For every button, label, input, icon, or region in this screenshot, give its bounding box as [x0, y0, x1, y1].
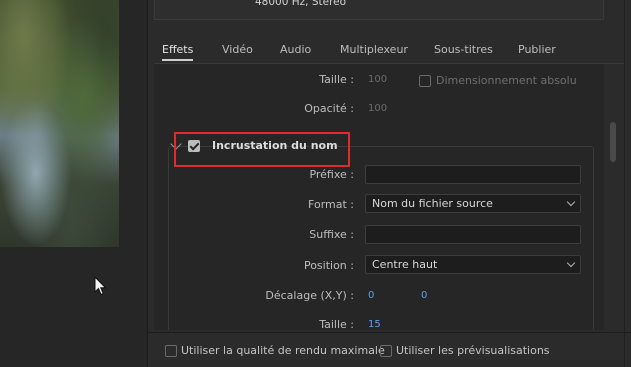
- format-label: Format :: [308, 198, 354, 211]
- prefixe-label: Préfixe :: [309, 168, 354, 181]
- preview-pane: [0, 0, 147, 367]
- chevron-down-icon: [566, 258, 576, 268]
- position-label: Position :: [303, 259, 354, 272]
- opacite-label: Opacité :: [304, 102, 354, 115]
- taille2-value[interactable]: 15: [368, 319, 381, 330]
- suffixe-label: Suffixe :: [309, 228, 354, 241]
- max-quality-label: Utiliser la qualité de rendu maximale: [181, 344, 385, 357]
- tab-audio[interactable]: Audio: [280, 40, 311, 59]
- effects-content: Taille : 100 Dimensionnement absolu Opac…: [154, 64, 604, 330]
- tab-effets[interactable]: Effets: [162, 40, 194, 61]
- decalage-x-value[interactable]: 0: [368, 290, 374, 301]
- tab-multiplexeur[interactable]: Multiplexeur: [340, 40, 408, 59]
- video-preview-thumbnail: [0, 0, 119, 247]
- tab-video[interactable]: Vidéo: [222, 40, 253, 59]
- taille2-label: Taille :: [319, 318, 354, 330]
- chevron-down-icon: [566, 197, 576, 207]
- section-title: Incrustation du nom: [212, 139, 338, 152]
- format-select[interactable]: Nom du fichier source: [365, 194, 581, 213]
- panel-divider: [624, 0, 625, 367]
- max-quality-checkbox[interactable]: [165, 345, 177, 357]
- dim-absolu-checkbox[interactable]: [419, 75, 431, 87]
- scroll-thumb[interactable]: [610, 122, 616, 162]
- bottom-options-bar: Utiliser la qualité de rendu maximale Ut…: [148, 332, 631, 367]
- previews-checkbox[interactable]: [380, 345, 392, 357]
- decalage-y-value[interactable]: 0: [421, 290, 427, 301]
- settings-tabs: Effets Vidéo Audio Multiplexeur Sous-tit…: [148, 40, 631, 64]
- taille-label: Taille :: [319, 73, 354, 86]
- taille-value[interactable]: 100: [368, 74, 387, 85]
- effects-scrollbar[interactable]: [608, 64, 618, 330]
- position-select-value: Centre haut: [372, 258, 438, 271]
- suffixe-input[interactable]: [365, 225, 581, 244]
- mouse-pointer-icon: [94, 276, 107, 296]
- position-select[interactable]: Centre haut: [365, 255, 581, 274]
- decalage-label: Décalage (X,Y) :: [265, 289, 354, 302]
- prefixe-input[interactable]: [365, 165, 581, 184]
- export-settings-panel: 48000 Hz, Stéréo Effets Vidéo Audio Mult…: [147, 0, 631, 367]
- audio-info-text: 48000 Hz, Stéréo: [255, 0, 347, 8]
- previews-label: Utiliser les prévisualisations: [396, 344, 550, 357]
- tab-publier[interactable]: Publier: [518, 40, 556, 59]
- source-summary-box: 48000 Hz, Stéréo: [154, 0, 604, 20]
- format-select-value: Nom du fichier source: [372, 197, 493, 210]
- incrustation-checkbox[interactable]: [188, 140, 200, 152]
- tab-sous-titres[interactable]: Sous-titres: [434, 40, 493, 59]
- dim-absolu-label: Dimensionnement absolu: [436, 74, 577, 87]
- opacite-value[interactable]: 100: [368, 103, 387, 114]
